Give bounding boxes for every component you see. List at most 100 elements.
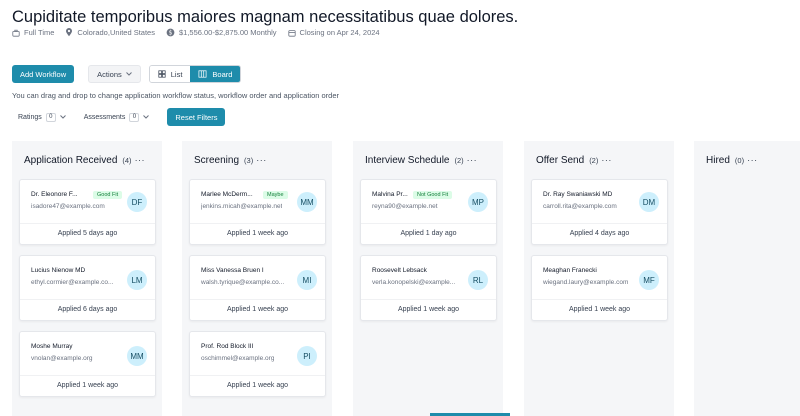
avatar: MM xyxy=(297,192,317,212)
candidate-name: Dr. Eleonore F... xyxy=(31,191,78,198)
candidate-email: vnolan@example.org xyxy=(31,355,93,362)
candidate-name: Lucius Nienow MD xyxy=(31,267,86,274)
location-pin-icon xyxy=(66,28,73,37)
column-title: Screening xyxy=(194,155,240,166)
board-column-application-received[interactable]: Application Received (4) ··· Dr. Eleonor… xyxy=(12,141,162,416)
card-divider xyxy=(361,223,496,224)
fit-badge: Good Fit xyxy=(93,191,123,199)
column-header: Screening (3) ··· xyxy=(194,155,267,166)
candidate-email: reyna90@example.net xyxy=(372,203,438,210)
board-column-hired[interactable]: Hired (0) ··· xyxy=(694,141,800,416)
applied-time: Applied 1 day ago xyxy=(400,230,457,237)
candidate-card[interactable]: Prof. Rod Block III oschimmel@example.or… xyxy=(189,331,326,397)
job-closing: Closing on Apr 24, 2024 xyxy=(287,28,380,37)
ratings-filter[interactable]: Ratings 0 xyxy=(18,112,66,122)
candidate-card[interactable]: Marlee McDerm... Maybe jenkins.micah@exa… xyxy=(189,179,326,245)
actions-dropdown[interactable]: Actions xyxy=(88,65,141,83)
candidate-email: walsh.tyrique@example.co... xyxy=(201,279,285,286)
candidate-name: Moshe Murray xyxy=(31,343,73,350)
candidate-card[interactable]: Meaghan Franecki wiegand.laury@example.c… xyxy=(531,255,668,321)
drag-drop-hint: You can drag and drop to change applicat… xyxy=(12,91,340,100)
card-divider xyxy=(532,223,667,224)
column-count: (4) xyxy=(122,156,132,165)
avatar: PI xyxy=(297,346,317,366)
job-title: Cupiditate temporibus maiores magnam nec… xyxy=(12,8,519,26)
applied-time: Applied 5 days ago xyxy=(57,230,118,237)
card-divider xyxy=(190,299,325,300)
calendar-icon xyxy=(287,29,296,37)
fit-badge: Not Good Fit xyxy=(413,191,453,199)
candidate-card[interactable]: Roosevelt Lebsack verla.konopelski@examp… xyxy=(360,255,497,321)
avatar: DF xyxy=(127,192,147,212)
candidate-card[interactable]: Dr. Eleonore F... Good Fit isadore47@exa… xyxy=(19,179,156,245)
card-divider xyxy=(20,375,155,376)
chevron-down-icon xyxy=(143,115,150,119)
applied-time: Applied 1 week ago xyxy=(226,230,289,237)
candidate-card[interactable]: Dr. Ray Swaniawski MD carroll.rita@examp… xyxy=(531,179,668,245)
candidate-card[interactable]: Malvina Pr... Not Good Fit reyna90@examp… xyxy=(360,179,497,245)
applied-time: Applied 1 week ago xyxy=(226,306,289,313)
chevron-down-icon xyxy=(59,115,66,119)
job-location: Colorado,United States xyxy=(65,28,155,37)
column-count: (0) xyxy=(734,156,745,165)
column-header: Application Received (4) ··· xyxy=(24,155,145,166)
column-header: Offer Send (2) ··· xyxy=(536,155,612,166)
card-divider xyxy=(532,299,667,300)
column-header: Interview Schedule (2) ··· xyxy=(365,155,477,166)
add-workflow-button[interactable]: Add Workflow xyxy=(12,65,75,83)
avatar: MI xyxy=(297,270,317,290)
applied-time: Applied 1 week ago xyxy=(568,306,631,313)
applied-time: Applied 6 days ago xyxy=(57,306,118,313)
column-menu-button[interactable]: ··· xyxy=(747,155,758,165)
applied-time: Applied 1 week ago xyxy=(397,306,460,313)
board-icon xyxy=(198,70,207,78)
candidate-email: isadore47@example.com xyxy=(31,203,105,210)
column-title: Hired xyxy=(706,155,730,166)
column-menu-button[interactable]: ··· xyxy=(256,155,267,165)
card-divider xyxy=(20,299,155,300)
grid-icon xyxy=(158,70,166,78)
column-title: Application Received xyxy=(24,155,118,166)
dollar-icon: $ xyxy=(166,28,175,37)
chevron-down-icon xyxy=(125,72,132,76)
list-view-button[interactable]: List xyxy=(149,66,191,82)
avatar: DM xyxy=(639,192,659,212)
candidate-card[interactable]: Lucius Nienow MD ethyl.cormier@example.c… xyxy=(19,255,156,321)
filters-bar: Ratings 0 Assessments 0 Reset Filters xyxy=(18,108,226,126)
column-menu-button[interactable]: ··· xyxy=(467,155,478,165)
candidate-email: wiegand.laury@example.com xyxy=(543,279,629,286)
reset-filters-button[interactable]: Reset Filters xyxy=(167,108,226,126)
candidate-name: Malvina Pr... xyxy=(372,191,408,198)
avatar: RL xyxy=(468,270,488,290)
column-header: Hired (0) ··· xyxy=(706,155,758,166)
job-type: Full Time xyxy=(12,28,54,37)
candidate-email: jenkins.micah@example.net xyxy=(201,203,283,210)
candidate-email: oschimmel@example.org xyxy=(201,355,275,362)
column-menu-button[interactable]: ··· xyxy=(135,155,146,165)
candidate-name: Prof. Rod Block III xyxy=(201,343,254,350)
column-count: (2) xyxy=(454,156,464,165)
card-divider xyxy=(190,223,325,224)
toolbar: Add Workflow Actions List Board xyxy=(12,65,242,83)
candidate-email: carroll.rita@example.com xyxy=(543,203,617,210)
board-column-screening[interactable]: Screening (3) ··· Marlee McDerm... Maybe… xyxy=(182,141,332,416)
column-menu-button[interactable]: ··· xyxy=(601,155,612,165)
candidate-card[interactable]: Moshe Murray vnolan@example.org MM Appli… xyxy=(19,331,156,397)
ratings-count: 0 xyxy=(45,112,56,122)
column-count: (3) xyxy=(244,156,254,165)
assessments-filter[interactable]: Assessments 0 xyxy=(84,112,150,122)
column-title: Interview Schedule xyxy=(365,155,450,166)
candidate-name: Miss Vanessa Bruen I xyxy=(201,267,264,274)
board-view-button[interactable]: Board xyxy=(190,66,241,82)
candidate-card[interactable]: Miss Vanessa Bruen I walsh.tyrique@examp… xyxy=(189,255,326,321)
avatar: MF xyxy=(639,270,659,290)
candidate-email: verla.konopelski@example... xyxy=(372,279,456,286)
candidate-name: Meaghan Franecki xyxy=(543,267,597,274)
board-column-offer-send[interactable]: Offer Send (2) ··· Dr. Ray Swaniawski MD… xyxy=(524,141,674,416)
candidate-name: Roosevelt Lebsack xyxy=(372,267,427,274)
applied-time: Applied 4 days ago xyxy=(569,230,630,237)
job-salary: $ $1,556.00-$2,875.00 Monthly xyxy=(166,28,277,37)
board-column-interview-schedule[interactable]: Interview Schedule (2) ··· Malvina Pr...… xyxy=(353,141,503,416)
fit-badge: Maybe xyxy=(263,191,288,199)
job-meta: Full Time Colorado,United States $ $1,55… xyxy=(12,28,391,37)
